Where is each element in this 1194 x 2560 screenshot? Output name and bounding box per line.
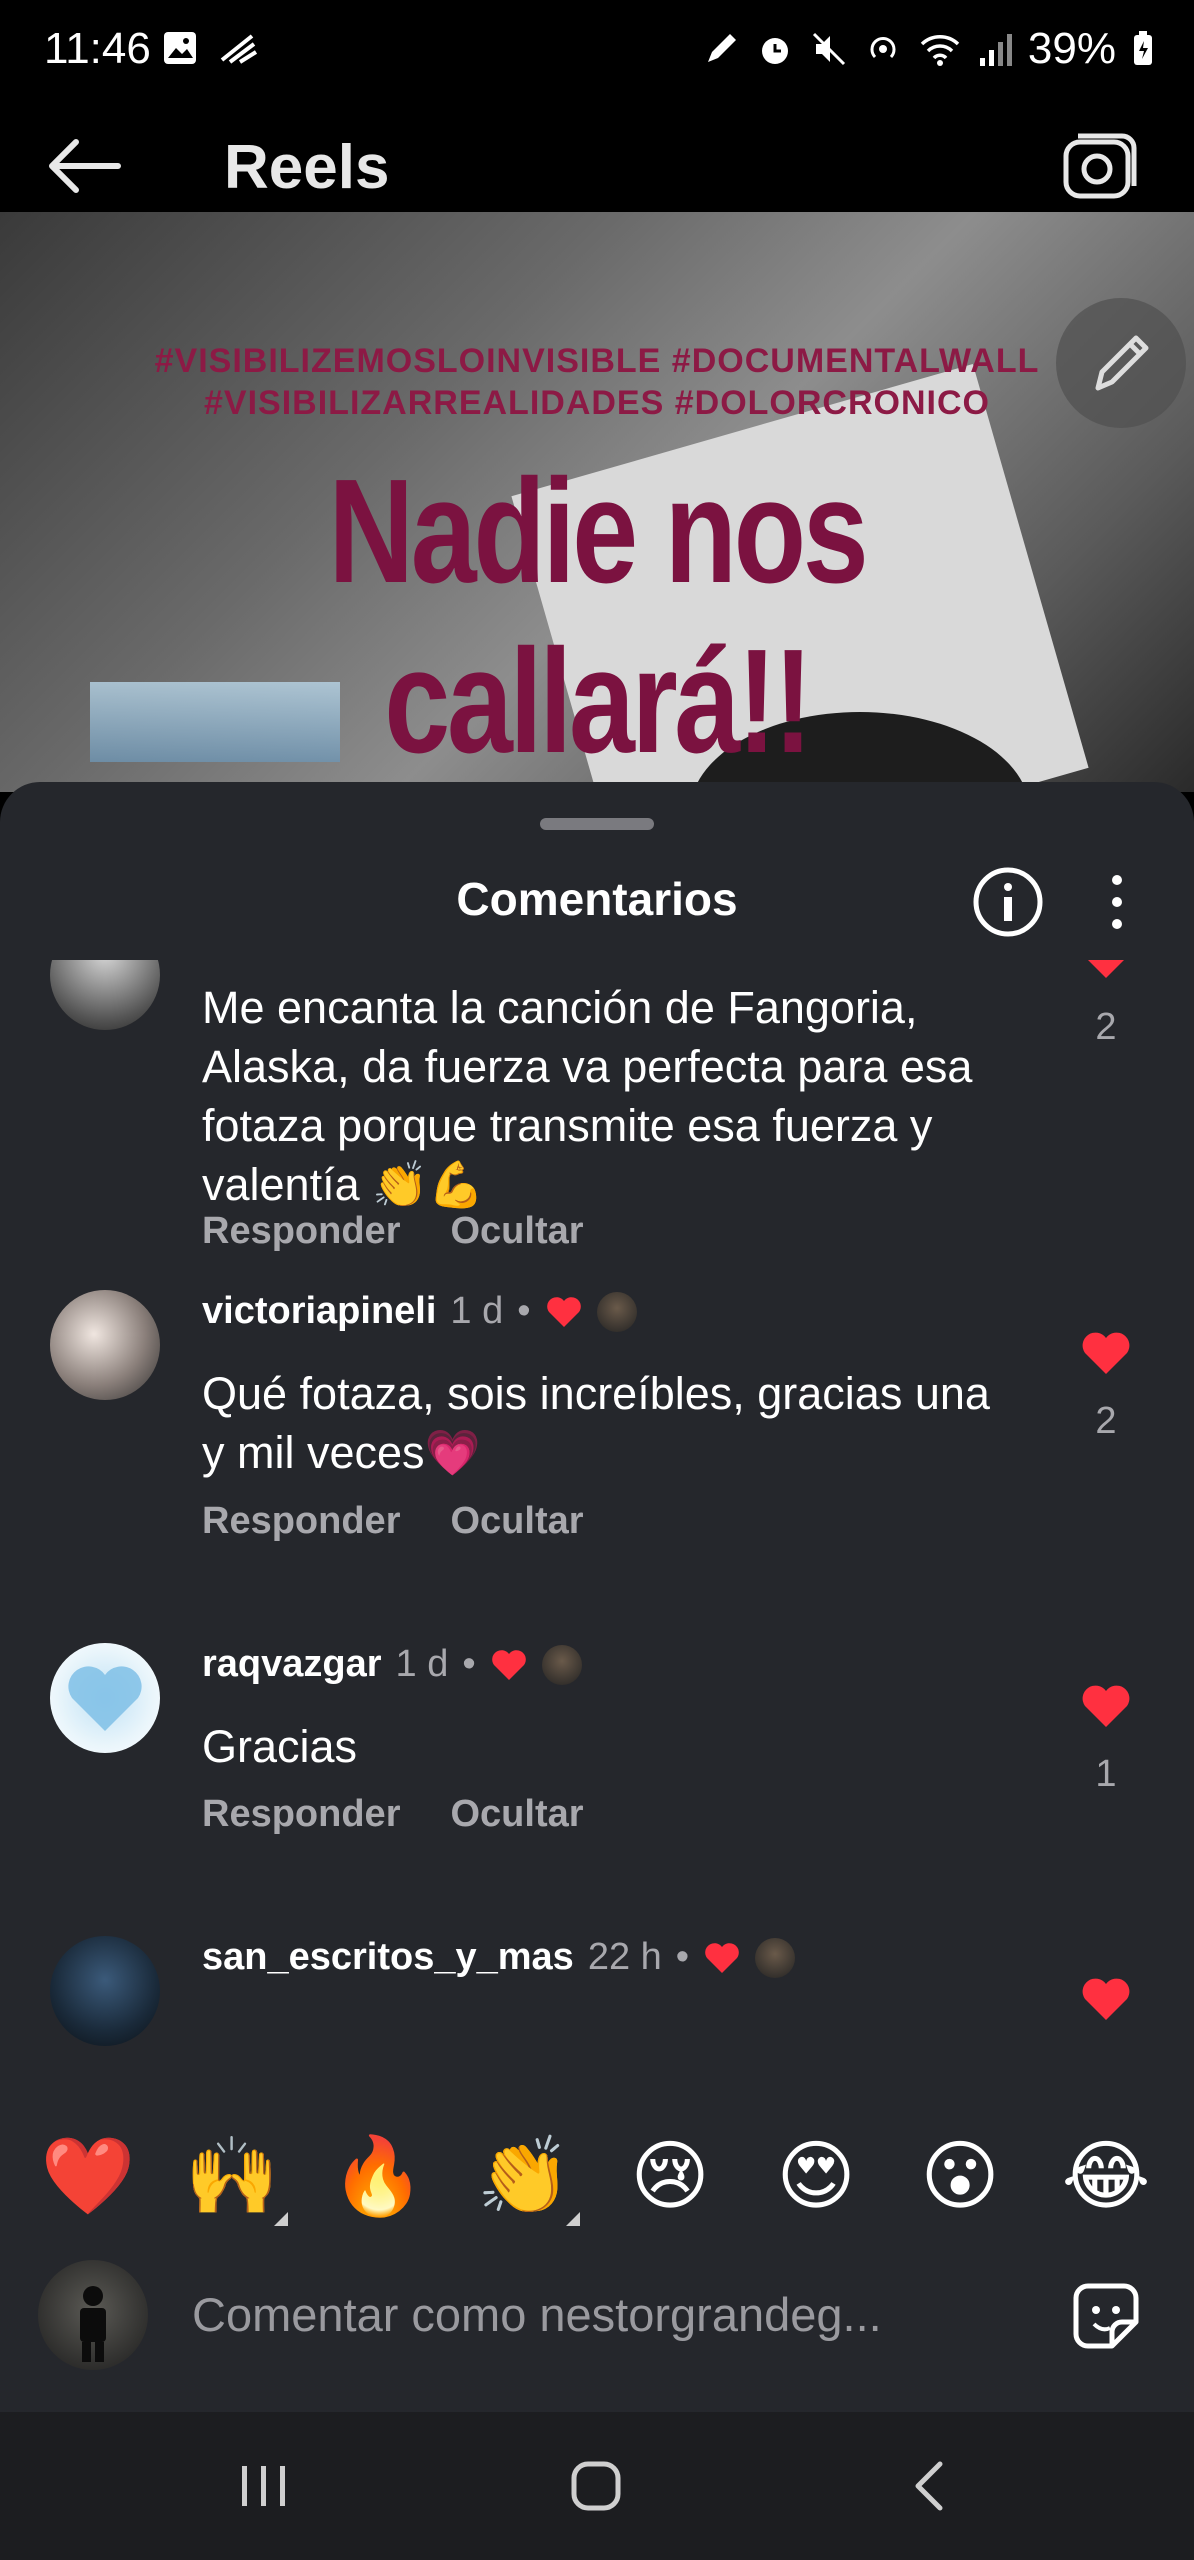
reel-video[interactable]: #VISIBILIZEMOSLOINVISIBLE #DOCUMENTALWAL… — [0, 212, 1194, 792]
emoji-clap-button[interactable]: 👏 — [474, 2128, 574, 2224]
comment-header: san_escritos_y_mas 22 h • — [202, 1936, 796, 1979]
like-count: 2 — [1095, 1006, 1117, 1048]
alarm-icon — [761, 38, 788, 64]
separator-dot: • — [517, 1290, 531, 1332]
more-options-icon[interactable] — [1104, 874, 1130, 930]
drag-handle[interactable] — [540, 818, 654, 830]
emoji-reaction-bar: ❤️ 🙌 🔥 👏 😢 😍 😮 😂 — [0, 2128, 1194, 2226]
current-user-avatar — [38, 2260, 148, 2370]
comment-time: 22 h — [587, 1936, 662, 1978]
reply-button[interactable]: Responder — [202, 1500, 400, 1543]
comment-text: Me encanta la canción de Fangoria, Alask… — [202, 982, 973, 1210]
system-nav-bar — [0, 2412, 1194, 2560]
pencil-icon — [1095, 335, 1149, 391]
back-arrow-icon[interactable] — [44, 136, 124, 196]
skin-tone-indicator — [566, 2212, 580, 2226]
commenter-avatar[interactable] — [50, 1936, 160, 2046]
commenter-avatar[interactable] — [50, 960, 160, 1030]
comment-input[interactable] — [192, 2274, 1012, 2354]
signal-strength-icon — [220, 34, 258, 64]
like-heart-icon[interactable] — [1080, 960, 1132, 980]
comment-text: Gracias — [202, 1721, 358, 1772]
author-mini-avatar — [596, 1291, 637, 1332]
status-left-icons — [162, 30, 258, 66]
comment-username[interactable]: raqvazgar — [202, 1643, 382, 1686]
hotspot-icon — [870, 37, 896, 59]
home-icon[interactable] — [566, 2456, 626, 2516]
edit-button[interactable] — [1056, 298, 1186, 428]
comments-list: Me encanta la canción de Fangoria, Alask… — [0, 960, 1194, 2084]
hide-button[interactable]: Ocultar — [450, 1210, 583, 1253]
comment-header: victoriapineli 1 d • — [202, 1290, 637, 1333]
pen-icon — [707, 34, 736, 62]
like-count: 1 — [1095, 1753, 1117, 1795]
author-mini-avatar — [541, 1644, 582, 1685]
wifi-icon — [920, 35, 960, 66]
comment-actions: Responder Ocultar — [202, 1793, 584, 1836]
like-count: 2 — [1095, 1400, 1117, 1442]
comment-text: Qué fotaza, sois increíbles, gracias una… — [202, 1368, 990, 1478]
comment-input-row — [0, 2254, 1194, 2384]
mute-icon — [812, 32, 845, 66]
comment-username[interactable]: victoriapineli — [202, 1290, 436, 1333]
like-heart-icon[interactable] — [1080, 1976, 1132, 2022]
camera-icon[interactable] — [1060, 128, 1140, 204]
author-mini-avatar — [755, 1937, 796, 1978]
skin-tone-indicator — [274, 2212, 288, 2226]
author-liked-heart-icon — [491, 1649, 526, 1680]
emoji-raised-hands-button[interactable]: 🙌 — [182, 2128, 282, 2224]
status-time: 11:46 — [44, 24, 151, 73]
like-heart-icon[interactable] — [1080, 1330, 1132, 1376]
comment-time: 1 d — [450, 1290, 504, 1332]
like-heart-icon[interactable] — [1080, 1683, 1132, 1729]
comment-time: 1 d — [395, 1643, 449, 1685]
battery-icon — [1134, 31, 1152, 65]
info-icon[interactable] — [972, 866, 1044, 938]
emoji-laughing-button[interactable]: 😂 — [1056, 2128, 1156, 2224]
separator-dot: • — [675, 1936, 690, 1978]
recent-apps-icon[interactable] — [234, 2456, 294, 2516]
reply-button[interactable]: Responder — [202, 1210, 400, 1253]
cellular-icon — [979, 34, 1012, 66]
comment-header: raqvazgar 1 d • — [202, 1643, 582, 1686]
blue-heart-icon — [68, 1666, 142, 1731]
sticker-icon[interactable] — [1066, 2276, 1146, 2356]
commenter-avatar[interactable] — [50, 1290, 160, 1400]
author-liked-heart-icon — [546, 1296, 581, 1327]
comment-username[interactable]: san_escritos_y_mas — [202, 1936, 574, 1979]
battery-percent: 39% — [1027, 24, 1116, 73]
emoji-crying-button[interactable]: 😢 — [620, 2128, 720, 2224]
video-headline: Nadie nos callará!! — [328, 449, 868, 784]
nav-back-icon[interactable] — [900, 2456, 960, 2516]
page-title: Reels — [224, 133, 390, 202]
video-hashtags-line2: #VISIBILIZARREALIDADES #DOLORCRONICO — [204, 384, 990, 422]
emoji-surprised-button[interactable]: 😮 — [910, 2128, 1010, 2224]
separator-dot: • — [462, 1643, 476, 1685]
hide-button[interactable]: Ocultar — [450, 1793, 583, 1836]
emoji-heart-button[interactable]: ❤️ — [38, 2128, 138, 2224]
comment-actions: Responder Ocultar — [202, 1210, 584, 1253]
gallery-icon — [164, 32, 196, 64]
hide-button[interactable]: Ocultar — [450, 1500, 583, 1543]
commenter-avatar[interactable] — [50, 1643, 160, 1753]
author-liked-heart-icon — [705, 1942, 739, 1973]
emoji-heart-eyes-button[interactable]: 😍 — [766, 2128, 866, 2224]
reply-button[interactable]: Responder — [202, 1793, 400, 1836]
emoji-fire-button[interactable]: 🔥 — [328, 2128, 428, 2224]
person-silhouette-icon — [80, 2286, 106, 2362]
status-right-icons: 39% — [702, 24, 1154, 74]
video-hashtags-line1: #VISIBILIZEMOSLOINVISIBLE #DOCUMENTALWAL… — [154, 342, 1040, 380]
reels-header: Reels — [0, 118, 1194, 212]
status-bar: 11:46 39% — [0, 0, 1194, 100]
comment-actions: Responder Ocultar — [202, 1500, 584, 1543]
